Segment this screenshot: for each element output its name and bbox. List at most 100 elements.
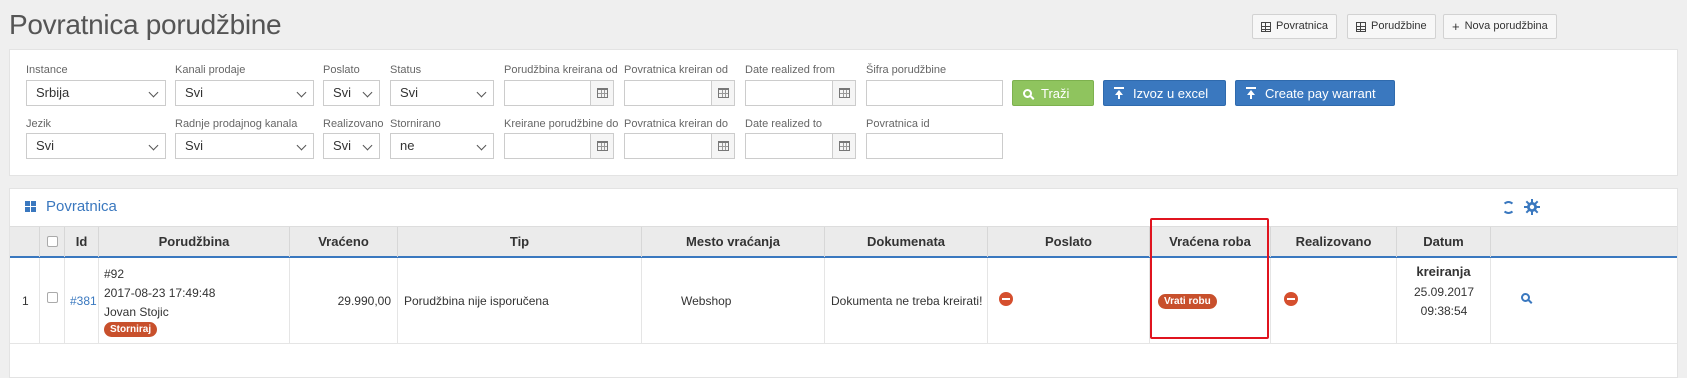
calendar-button[interactable] xyxy=(711,81,734,105)
language-label: Jezik xyxy=(26,118,52,130)
new-order-button[interactable]: + Nova porudžbina xyxy=(1443,14,1557,39)
customer-name: Jovan Stojic xyxy=(104,305,169,319)
chevron-down-icon xyxy=(296,87,307,98)
order-code-input[interactable] xyxy=(866,80,1003,106)
gear-icon[interactable] xyxy=(1524,199,1540,215)
sales-channels-select[interactable]: Svi xyxy=(175,80,314,106)
row-index-cell: 1 xyxy=(10,258,40,344)
header-created-date[interactable]: Datum kreiranja xyxy=(1397,227,1491,279)
panel-header: Povratnica xyxy=(10,189,1677,226)
header-actions xyxy=(1491,227,1679,257)
calendar-button[interactable] xyxy=(711,134,734,158)
sales-channels-label: Kanali prodaje xyxy=(175,64,246,76)
order-number: #92 xyxy=(104,267,125,281)
row-select-cell xyxy=(40,258,65,344)
chevron-down-icon xyxy=(476,140,487,151)
chevron-down-icon xyxy=(148,87,159,98)
return-created-from-label: Povratnica kreiran od xyxy=(624,64,728,76)
order-code-label: Šifra porudžbine xyxy=(866,64,947,76)
order-created-to-label: Kreirane porudžbine do xyxy=(504,118,619,130)
calendar-button[interactable] xyxy=(832,134,855,158)
cancelled-label: Stornirano xyxy=(390,118,441,130)
instance-select-value: Srbija xyxy=(36,85,70,100)
porudzbine-button[interactable]: Porudžbine xyxy=(1347,14,1436,39)
export-excel-button[interactable]: Izvoz u excel xyxy=(1103,80,1226,106)
header-index xyxy=(10,227,40,257)
povratnica-button[interactable]: Povratnica xyxy=(1252,14,1337,39)
channel-stores-select[interactable]: Svi xyxy=(175,133,314,159)
instance-label: Instance xyxy=(26,64,68,76)
row-order-cell: #92 2017-08-23 17:49:48 Jovan Stojic Sto… xyxy=(99,258,290,344)
row-checkbox[interactable] xyxy=(47,292,58,303)
return-id-link[interactable]: #381 xyxy=(70,294,97,308)
highlight-box xyxy=(1150,218,1269,339)
chevron-down-icon xyxy=(476,87,487,98)
return-created-to-label: Povratnica kreiran do xyxy=(624,118,728,130)
channel-stores-label: Radnje prodajnog kanala xyxy=(175,118,298,130)
new-order-button-label: Nova porudžbina xyxy=(1464,20,1548,32)
cancelled-select-value: ne xyxy=(400,138,415,153)
row-realized-cell xyxy=(1271,258,1397,344)
date-realized-from-input[interactable] xyxy=(745,80,856,106)
export-excel-button-label: Izvoz u excel xyxy=(1133,85,1209,101)
chevron-down-icon xyxy=(148,140,159,151)
search-button[interactable]: Traži xyxy=(1012,80,1094,106)
return-type: Porudžbina nije isporučena xyxy=(404,294,549,308)
header-return-place[interactable]: Mesto vraćanja xyxy=(642,227,825,257)
date-realized-from-label: Date realized from xyxy=(745,64,835,76)
grid-icon xyxy=(1356,21,1366,32)
header-sent[interactable]: Poslato xyxy=(988,227,1150,257)
create-pay-warrant-button-label: Create pay warrant xyxy=(1265,85,1376,101)
create-pay-warrant-button[interactable]: Create pay warrant xyxy=(1235,80,1395,106)
calendar-button[interactable] xyxy=(590,81,613,105)
chevron-down-icon xyxy=(362,140,373,151)
calendar-icon xyxy=(838,141,850,151)
return-id-input[interactable] xyxy=(866,133,1003,159)
header-documents[interactable]: Dokumenata xyxy=(825,227,988,257)
status-label: Status xyxy=(390,64,422,76)
sent-label: Poslato xyxy=(323,64,360,76)
header-returned[interactable]: Vraćeno xyxy=(290,227,398,257)
refresh-icon[interactable] xyxy=(1502,201,1515,214)
date-realized-to-input[interactable] xyxy=(745,133,856,159)
header-id[interactable]: Id xyxy=(65,227,99,257)
row-returned-cell: 29.990,00 xyxy=(290,258,398,344)
language-select[interactable]: Svi xyxy=(26,133,166,159)
storniraj-button[interactable]: Storniraj xyxy=(104,322,158,337)
calendar-icon xyxy=(717,88,729,98)
row-created-date-cell: 25.09.2017 09:38:54 xyxy=(1397,258,1491,344)
panel-title: Povratnica xyxy=(46,198,117,215)
sent-select-value: Svi xyxy=(333,85,352,100)
channel-stores-select-value: Svi xyxy=(185,138,204,153)
order-created-from-input[interactable] xyxy=(504,80,614,106)
calendar-icon xyxy=(596,141,608,151)
order-created-to-input[interactable] xyxy=(504,133,614,159)
return-created-to-input[interactable] xyxy=(624,133,735,159)
sales-channels-select-value: Svi xyxy=(185,85,204,100)
sent-select[interactable]: Svi xyxy=(323,80,380,106)
minus-icon xyxy=(1284,292,1298,306)
status-select[interactable]: Svi xyxy=(390,80,494,106)
instance-select[interactable]: Srbija xyxy=(26,80,166,106)
header-realized[interactable]: Realizovano xyxy=(1271,227,1397,257)
calendar-button[interactable] xyxy=(832,81,855,105)
header-type[interactable]: Tip xyxy=(398,227,642,257)
table-row[interactable]: 1 #381 #92 2017-08-23 17:49:48 Jovan Sto… xyxy=(10,258,1677,344)
chevron-down-icon xyxy=(296,140,307,151)
header-order[interactable]: Porudžbina xyxy=(99,227,290,257)
row-sent-cell xyxy=(988,258,1150,344)
calendar-button[interactable] xyxy=(590,134,613,158)
cancelled-select[interactable]: ne xyxy=(390,133,494,159)
return-place: Webshop xyxy=(681,294,732,308)
select-all-checkbox[interactable] xyxy=(47,236,58,247)
search-icon[interactable] xyxy=(1521,293,1530,302)
realized-select[interactable]: Svi xyxy=(323,133,380,159)
return-created-from-input[interactable] xyxy=(624,80,735,106)
calendar-icon xyxy=(596,88,608,98)
row-actions-cell xyxy=(1491,258,1679,344)
created-time: 09:38:54 xyxy=(1420,304,1468,318)
minus-icon xyxy=(999,292,1013,306)
realized-label: Realizovano xyxy=(323,118,384,130)
documents-status: Dokumenta ne treba kreirati! xyxy=(831,294,983,308)
status-select-value: Svi xyxy=(400,85,419,100)
